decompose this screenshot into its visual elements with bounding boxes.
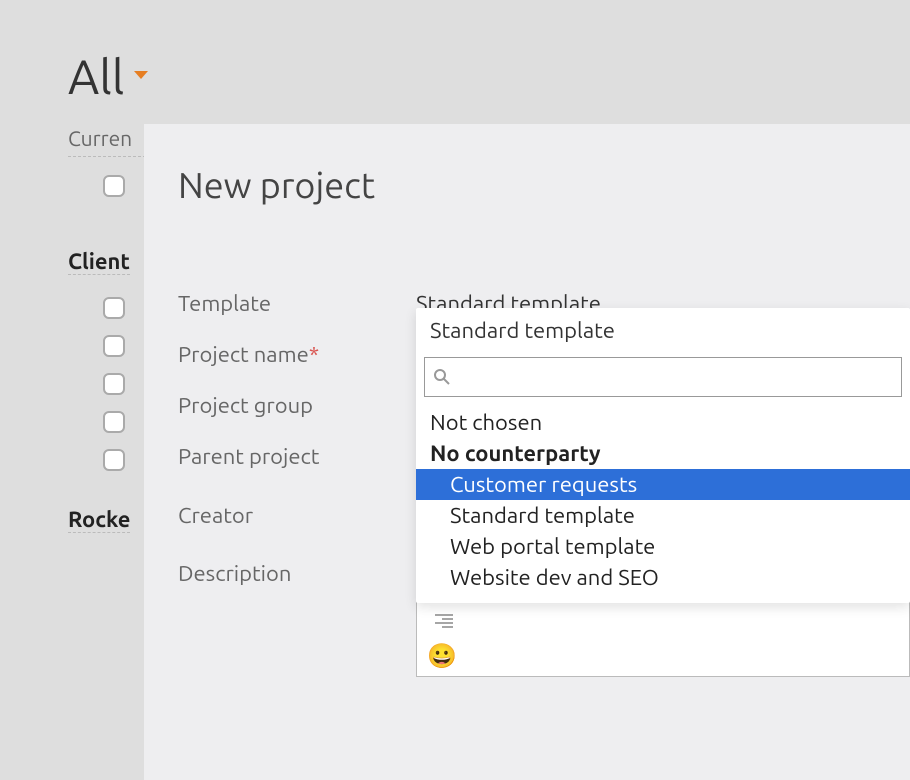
project-name-label: Project name* <box>178 342 416 367</box>
template-option[interactable]: Not chosen <box>416 407 910 438</box>
align-right-icon[interactable] <box>427 606 461 636</box>
list-item-checkbox[interactable] <box>103 373 125 395</box>
section-rocket-label: Rocke <box>68 507 130 533</box>
chevron-down-icon <box>134 71 148 79</box>
template-dropdown-list: Not chosenNo counterpartyCustomer reques… <box>416 403 910 603</box>
template-option[interactable]: Customer requests <box>416 469 910 500</box>
parent-project-label: Parent project <box>178 444 416 469</box>
template-option[interactable]: Website dev and SEO <box>416 562 910 593</box>
required-asterisk: * <box>309 342 319 367</box>
creator-label: Creator <box>178 503 416 528</box>
list-item-checkbox[interactable] <box>103 449 125 471</box>
template-dropdown-panel: Standard template Not chosenNo counterpa… <box>416 308 910 603</box>
template-dropdown-selected[interactable]: Standard template <box>416 308 910 353</box>
template-option-group: No counterparty <box>416 438 910 469</box>
list-item-checkbox[interactable] <box>103 175 125 197</box>
template-search-field[interactable] <box>424 357 902 397</box>
list-item-checkbox[interactable] <box>103 335 125 357</box>
filter-all-label: All <box>68 50 124 104</box>
template-label: Template <box>178 291 416 316</box>
filter-all-dropdown[interactable]: All <box>68 50 148 104</box>
search-icon <box>433 368 451 386</box>
description-label: Description <box>178 561 416 586</box>
emoji-button[interactable]: 😀 <box>427 642 899 670</box>
template-search-input[interactable] <box>459 358 893 396</box>
list-item-checkbox[interactable] <box>103 411 125 433</box>
modal-title: New project <box>178 164 910 205</box>
section-client-label: Client <box>68 249 130 275</box>
template-option[interactable]: Standard template <box>416 500 910 531</box>
project-group-label: Project group <box>178 393 416 418</box>
new-project-modal: New project Template Standard template P… <box>144 124 910 780</box>
list-item-checkbox[interactable] <box>103 297 125 319</box>
project-name-label-text: Project name <box>178 342 309 367</box>
template-option[interactable]: Web portal template <box>416 531 910 562</box>
